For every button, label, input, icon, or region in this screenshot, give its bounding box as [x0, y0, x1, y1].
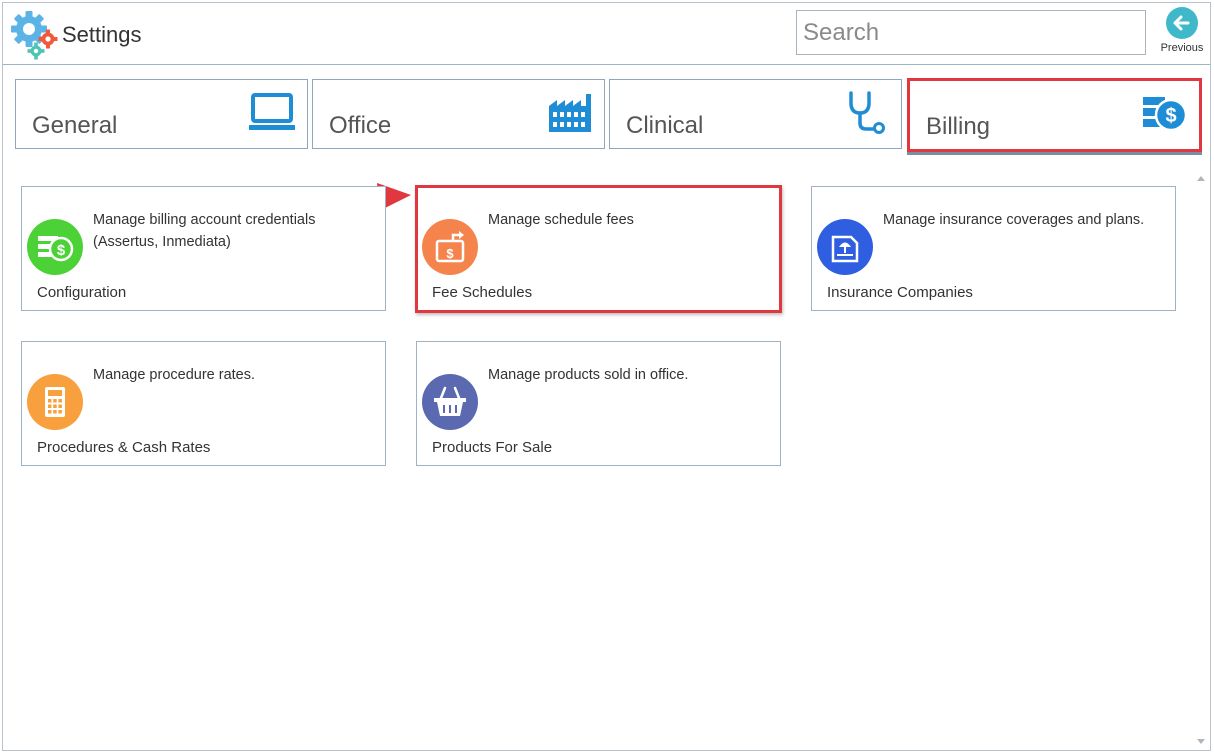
factory-icon [549, 94, 591, 132]
card-title: Configuration [37, 284, 127, 301]
fee-schedule-icon: $ [422, 219, 478, 275]
svg-text:$: $ [1165, 105, 1176, 127]
card-description: Manage billing account credentials (Asse… [93, 212, 316, 250]
tab-label: Clinical [626, 112, 704, 139]
tab-clinical[interactable]: Clinical [609, 79, 902, 149]
tab-general[interactable]: General [15, 79, 308, 149]
page-title: Settings [62, 22, 142, 47]
billing-dollar-icon: $ [1143, 97, 1188, 132]
calculator-icon [27, 374, 83, 430]
monitor-icon [249, 93, 295, 130]
previous-button[interactable]: Previous [1156, 7, 1208, 61]
back-arrow-icon [1166, 7, 1198, 39]
basket-icon [422, 374, 478, 430]
tab-label: Office [329, 112, 392, 139]
search-input[interactable] [796, 10, 1146, 55]
header: Settings Previous [3, 3, 1210, 65]
tab-billing[interactable]: Billing $ [907, 78, 1202, 152]
card-insurance-companies[interactable]: Manage insurance coverages and plans. In… [811, 186, 1176, 311]
tab-label: General [32, 112, 118, 139]
card-description: Manage products sold in office. [488, 367, 689, 383]
scroll-up-icon[interactable] [1193, 171, 1209, 185]
gears-icon [11, 11, 58, 60]
card-description: Manage insurance coverages and plans. [883, 212, 1145, 228]
card-title: Procedures & Cash Rates [37, 439, 211, 456]
card-title: Products For Sale [432, 439, 553, 456]
svg-text:$: $ [57, 242, 66, 259]
vertical-scrollbar[interactable] [1193, 171, 1209, 749]
card-title: Insurance Companies [827, 284, 973, 301]
card-fee-schedules[interactable]: Manage schedule fees $ Fee Schedules [415, 185, 782, 313]
card-products-for-sale[interactable]: Manage products sold in office. Products… [416, 341, 781, 466]
stethoscope-icon [849, 91, 885, 134]
card-procedures-cash-rates[interactable]: Manage procedure rates. Procedures & Cas… [21, 341, 386, 466]
card-description: Manage procedure rates. [93, 367, 256, 383]
insurance-icon [817, 219, 873, 275]
scroll-down-icon[interactable] [1193, 735, 1209, 749]
previous-label: Previous [1160, 42, 1204, 54]
svg-text:$: $ [446, 246, 454, 261]
money-icon: $ [27, 219, 83, 275]
card-configuration[interactable]: Manage billing account credentials (Asse… [21, 186, 386, 311]
tab-label: Billing [926, 113, 991, 140]
settings-window: Settings Previous General Office Cli [2, 2, 1211, 751]
card-description: Manage schedule fees [488, 212, 634, 228]
tab-office[interactable]: Office [312, 79, 605, 149]
card-title: Fee Schedules [432, 284, 533, 301]
